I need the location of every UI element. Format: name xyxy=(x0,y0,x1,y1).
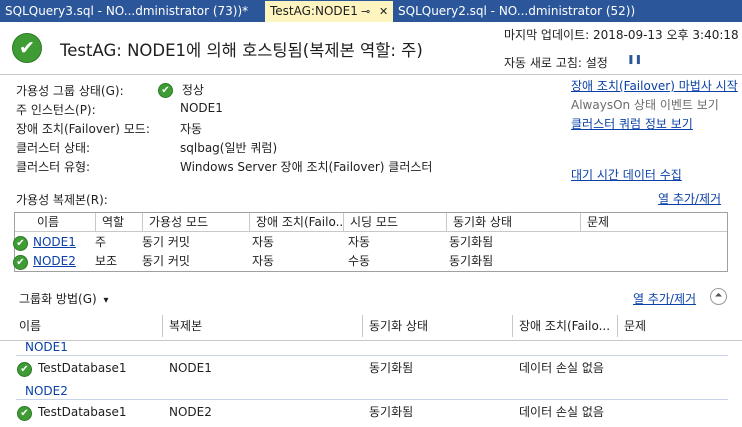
column-header-sync-state[interactable]: 동기화 상태 xyxy=(369,311,428,341)
tab-label: TestAG:NODE1 xyxy=(270,4,358,18)
column-header-db-name[interactable]: 이름 xyxy=(19,311,41,341)
column-separator xyxy=(512,315,513,337)
healthy-status-icon: ✔ xyxy=(158,83,173,98)
table-row[interactable]: ✔ NODE2 보조 동기 커밋 자동 수동 동기화됨 xyxy=(13,252,727,272)
database-sync-state: 동기화됨 xyxy=(369,361,414,375)
database-name: TestDatabase1 xyxy=(38,361,127,375)
pin-icon[interactable]: ⊸ xyxy=(361,1,370,22)
database-name: TestDatabase1 xyxy=(38,405,127,419)
failover-mode-value: 자동 xyxy=(180,122,203,136)
group-by-label: 그룹화 방법(G) xyxy=(19,292,97,306)
latency-data-link[interactable]: 대기 시간 데이터 수집 xyxy=(571,166,682,183)
database-replica: NODE1 xyxy=(169,361,212,375)
table-row[interactable]: ✔ NODE1 주 동기 커밋 자동 자동 동기화됨 xyxy=(13,233,727,253)
replica-availability-mode: 동기 커밋 xyxy=(142,235,190,249)
replica-sync-state: 동기화됨 xyxy=(449,254,494,268)
replicas-grid-header: 이름 역할 가용성 모드 장애 조치(Failo... 시딩 모드 동기화 상태… xyxy=(15,213,727,232)
ag-state-text: 정상 xyxy=(181,83,204,97)
column-separator xyxy=(617,315,618,337)
page-title: TestAG: NODE1에 의해 호스팅됨(복제본 역할: 주) xyxy=(60,41,423,60)
healthy-status-icon: ✔ xyxy=(17,403,32,423)
close-icon[interactable]: ✕ xyxy=(379,1,388,22)
replica-name-link[interactable]: NODE2 xyxy=(33,252,76,271)
replica-role: 주 xyxy=(95,235,107,249)
group-divider xyxy=(16,355,728,356)
databases-add-remove-columns-link[interactable]: 열 추가/제거 xyxy=(633,290,696,307)
failover-wizard-link[interactable]: 장애 조치(Failover) 마법사 시작 xyxy=(571,77,738,94)
column-header-issues[interactable]: 문제 xyxy=(580,213,727,232)
primary-instance-label: 주 인스턴스(P): xyxy=(16,103,96,117)
replica-name-link[interactable]: NODE1 xyxy=(33,233,76,252)
cluster-type-label: 클러스터 유형: xyxy=(16,160,91,174)
column-separator xyxy=(162,315,163,337)
column-header-sync-state[interactable]: 동기화 상태 xyxy=(446,213,580,232)
cluster-state-label: 클러스터 상태: xyxy=(16,141,91,155)
column-header-availability-mode[interactable]: 가용성 모드 xyxy=(142,213,249,232)
replica-failover-mode: 자동 xyxy=(252,254,275,268)
database-failover-readiness: 데이터 손실 없음 xyxy=(519,361,604,375)
column-header-failover-mode[interactable]: 장애 조치(Failo... xyxy=(249,213,343,232)
group-header-node1[interactable]: NODE1 xyxy=(25,340,68,354)
column-header-name[interactable]: 이름 xyxy=(15,213,95,232)
group-divider xyxy=(16,399,728,400)
replica-seeding-mode: 자동 xyxy=(348,235,371,249)
column-header-replica[interactable]: 복제본 xyxy=(169,311,202,341)
healthy-status-icon: ✔ xyxy=(13,234,28,253)
list-item[interactable]: ✔ TestDatabase1 NODE2 동기화됨 데이터 손실 없음 xyxy=(0,402,742,422)
tab-testag-dashboard[interactable]: TestAG:NODE1 ⊸ ✕ xyxy=(265,1,393,22)
ag-state-value: ✔ 정상 xyxy=(158,81,204,98)
tab-label: SQLQuery3.sql - NO...dministrator (73))* xyxy=(5,4,249,18)
replica-sync-state: 동기화됨 xyxy=(449,235,494,249)
last-update-text: 마지막 업데이트: 2018-09-13 오후 3:40:18 xyxy=(504,28,739,42)
column-header-role[interactable]: 역할 xyxy=(95,213,142,232)
cluster-state-value: sqlbag(일반 쿼럼) xyxy=(180,141,278,155)
tab-sqlquery2[interactable]: SQLQuery2.sql - NO...dministrator (52)) xyxy=(393,1,653,22)
databases-list-header: 이름 복제본 동기화 상태 장애 조치(Failo... 문제 xyxy=(0,311,742,341)
cluster-quorum-link[interactable]: 클러스터 쿼럼 정보 보기 xyxy=(571,115,693,132)
tab-sqlquery3[interactable]: SQLQuery3.sql - NO...dministrator (73))* xyxy=(0,1,263,22)
replica-role: 보조 xyxy=(95,254,118,268)
group-header-node2[interactable]: NODE2 xyxy=(25,384,68,398)
document-tab-bar: SQLQuery3.sql - NO...dministrator (73))*… xyxy=(0,0,742,22)
group-by-dropdown[interactable]: 그룹화 방법(G) ▾ xyxy=(19,290,109,307)
replica-seeding-mode: 수동 xyxy=(348,254,371,268)
primary-instance-value: NODE1 xyxy=(180,101,223,115)
replicas-add-remove-columns-link[interactable]: 열 추가/제거 xyxy=(658,190,721,207)
failover-mode-label: 장애 조치(Failover) 모드: xyxy=(16,122,150,136)
dashboard-header: ✔ TestAG: NODE1에 의해 호스팅됨(복제본 역할: 주) 마지막 … xyxy=(0,22,742,75)
database-sync-state: 동기화됨 xyxy=(369,405,414,419)
healthy-status-icon: ✔ xyxy=(17,359,32,379)
pause-icon[interactable]: ❚❚ xyxy=(627,55,642,65)
tab-label: SQLQuery2.sql - NO...dministrator (52)) xyxy=(398,4,636,18)
column-header-failover-readiness[interactable]: 장애 조치(Failo... xyxy=(519,311,610,341)
collapse-icon[interactable]: ⏶ xyxy=(710,288,727,305)
column-separator xyxy=(362,315,363,337)
healthy-status-icon: ✔ xyxy=(13,253,28,272)
column-header-seeding-mode[interactable]: 시딩 모드 xyxy=(343,213,446,232)
alwayson-events-link[interactable]: AlwaysOn 상태 이벤트 보기 xyxy=(571,96,719,113)
replicas-label: 가용성 복제본(R): xyxy=(16,193,108,207)
database-failover-readiness: 데이터 손실 없음 xyxy=(519,405,604,419)
cluster-type-value: Windows Server 장애 조치(Failover) 클러스터 xyxy=(180,160,433,174)
auto-refresh-text: 자동 새로 고침: 설정 xyxy=(504,56,608,70)
replicas-grid: 이름 역할 가용성 모드 장애 조치(Failo... 시딩 모드 동기화 상태… xyxy=(13,212,728,272)
replica-availability-mode: 동기 커밋 xyxy=(142,254,190,268)
ag-state-label: 가용성 그룹 상태(G): xyxy=(16,84,124,98)
chevron-down-icon: ▾ xyxy=(103,295,109,306)
database-replica: NODE2 xyxy=(169,405,212,419)
replica-failover-mode: 자동 xyxy=(252,235,275,249)
column-header-issues[interactable]: 문제 xyxy=(624,311,646,341)
list-item[interactable]: ✔ TestDatabase1 NODE1 동기화됨 데이터 손실 없음 xyxy=(0,358,742,378)
healthy-status-icon: ✔ xyxy=(12,33,42,63)
